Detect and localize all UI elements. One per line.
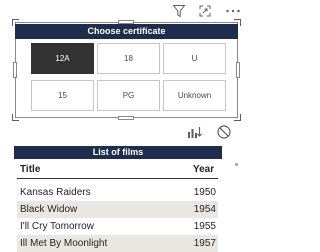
slicer-option-u[interactable]: U	[163, 43, 226, 74]
resize-corner-bottom-left[interactable]	[12, 114, 19, 121]
cell-title: Kansas Raiders	[20, 187, 91, 198]
resize-handle-bottom[interactable]	[118, 116, 134, 120]
header-divider	[17, 178, 218, 179]
scrollbar-indicator[interactable]	[235, 163, 238, 166]
slicer-option-pg[interactable]: PG	[97, 80, 160, 111]
slicer-option-12a[interactable]: 12A	[31, 43, 94, 74]
focus-mode-icon[interactable]	[197, 2, 213, 20]
more-options-icon[interactable]	[224, 2, 242, 20]
cell-title: Ill Met By Moonlight	[20, 238, 108, 249]
table-row[interactable]: Kansas Raiders 1950	[17, 184, 218, 201]
column-header-year[interactable]: Year	[193, 161, 214, 178]
table-row[interactable]: I'll Cry Tomorrow 1955	[17, 218, 218, 235]
filter-icon[interactable]	[171, 2, 187, 20]
slicer-option-15[interactable]: 15	[31, 80, 94, 111]
drill-icon[interactable]	[187, 124, 203, 140]
table-row[interactable]: Ill Met By Moonlight 1957	[17, 235, 218, 252]
resize-handle-left[interactable]	[13, 62, 17, 78]
slicer-title: Choose certificate	[15, 24, 238, 39]
table-title: List of films	[14, 146, 222, 159]
resize-handle-right[interactable]	[236, 62, 240, 78]
resize-corner-bottom-right[interactable]	[234, 114, 241, 121]
cell-year: 1957	[193, 238, 216, 249]
cell-title: Black Widow	[20, 204, 78, 215]
cell-year: 1954	[193, 204, 216, 215]
slicer-option-18[interactable]: 18	[97, 43, 160, 74]
slicer-option-unknown[interactable]: Unknown	[163, 80, 226, 111]
no-filter-icon[interactable]	[216, 124, 232, 140]
cell-title: I'll Cry Tomorrow	[20, 221, 94, 232]
cell-year: 1955	[193, 221, 216, 232]
cell-year: 1950	[193, 187, 216, 198]
table-row[interactable]: Black Widow 1954	[17, 201, 218, 218]
column-header-title[interactable]: Title	[20, 161, 40, 178]
